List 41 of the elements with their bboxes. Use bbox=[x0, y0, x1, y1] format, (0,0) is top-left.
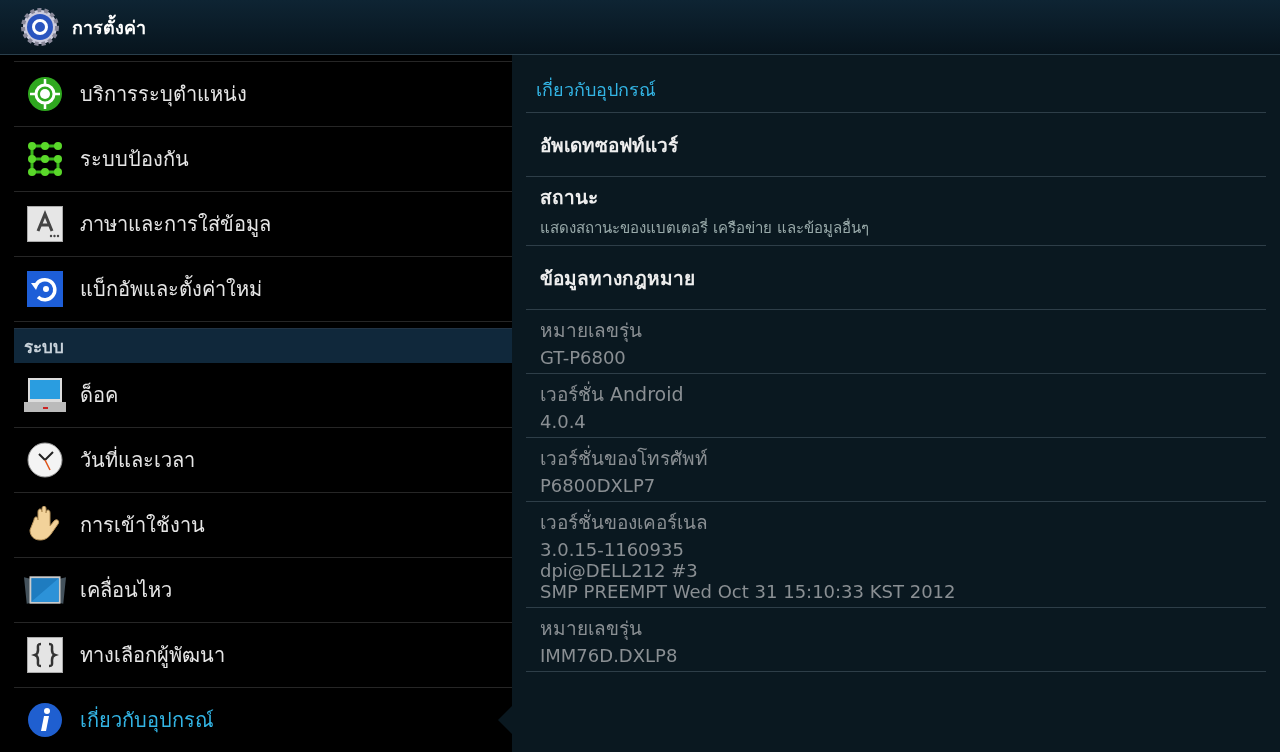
preference-summary: แสดงสถานะของแบตเตอรี่ เครือข่าย และข้อมูลอื่นๆ bbox=[540, 217, 870, 239]
settings-item[interactable]: เคลื่อนไหว bbox=[14, 558, 512, 623]
clock-icon bbox=[27, 442, 63, 478]
settings-item[interactable]: ด็อค bbox=[14, 363, 512, 428]
category-title: เกี่ยวกับอุปกรณ์ bbox=[526, 75, 1266, 113]
preference-summary: 3.0.15-1160935 bbox=[540, 539, 685, 560]
preference-title: หมายเลขรุ่น bbox=[540, 318, 643, 344]
preference-summary: GT-P6800 bbox=[540, 347, 627, 368]
preference-item[interactable]: สถานะ แสดงสถานะของแบตเตอรี่ เครือข่าย และข้อมูลอื่นๆ bbox=[526, 177, 1266, 246]
preference-summary: P6800DXLP7 bbox=[540, 475, 657, 496]
info-icon bbox=[27, 702, 63, 738]
preference-title: ข้อมูลทางกฎหมาย bbox=[540, 265, 696, 293]
preference-title: เวอร์ชั่นของเคอร์เนล bbox=[540, 508, 709, 535]
braces-icon bbox=[27, 637, 63, 673]
target-icon bbox=[27, 76, 63, 112]
settings-item[interactable]: วันที่และเวลา bbox=[14, 428, 512, 493]
preference-title: สถานะ bbox=[540, 185, 599, 210]
tilted-screen-icon bbox=[24, 574, 66, 606]
settings-item[interactable]: ระบบป้องกัน bbox=[14, 127, 512, 192]
app-title: การตั้งค่า bbox=[72, 13, 146, 40]
pattern-grid-icon bbox=[27, 141, 63, 177]
preference-summary: SMP PREEMPT Wed Oct 31 15:10:33 KST 2012 bbox=[540, 581, 957, 602]
preference-summary: 4.0.4 bbox=[540, 411, 587, 432]
settings-item[interactable]: ทางเลือกผู้พัฒนา bbox=[14, 623, 512, 688]
settings-item[interactable]: ภาษาและการใส่ข้อมูล bbox=[14, 192, 512, 257]
preference-summary: dpi@DELL212 #3 bbox=[540, 560, 699, 581]
preference-title: หมายเลขรุ่น bbox=[540, 616, 643, 642]
letter-key-icon bbox=[27, 206, 63, 242]
preference-summary: IMM76D.DXLP8 bbox=[540, 645, 679, 666]
restore-icon bbox=[27, 271, 63, 307]
preference-item[interactable]: อัพเดทซอฟท์แวร์ bbox=[526, 113, 1266, 177]
section-header: ระบบ bbox=[14, 328, 512, 363]
preference-title: อัพเดทซอฟท์แวร์ bbox=[540, 132, 679, 158]
gear-icon bbox=[20, 7, 60, 47]
settings-item[interactable]: การเข้าใช้งาน bbox=[14, 493, 512, 558]
monitor-icon bbox=[24, 378, 66, 412]
settings-item[interactable]: แบ็กอัพและตั้งค่าใหม่ bbox=[14, 257, 512, 322]
settings-item[interactable]: บริการระบุตำแหน่ง bbox=[14, 62, 512, 127]
preference-item[interactable]: ข้อมูลทางกฎหมาย bbox=[526, 246, 1266, 310]
preference-title: เวอร์ชั่น Android bbox=[540, 380, 685, 407]
preference-title: เวอร์ชั่นของโทรศัพท์ bbox=[540, 444, 709, 471]
